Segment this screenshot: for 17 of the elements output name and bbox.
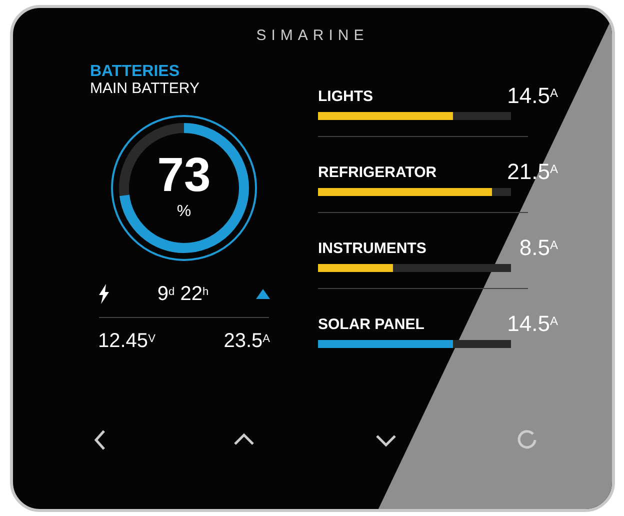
load-current: 14.5$^{A}$ <box>507 82 558 110</box>
load-current: 14.5$^{A}$ <box>507 310 558 338</box>
up-triangle-icon <box>256 289 270 300</box>
brand-logo: SIMARINE <box>256 27 369 44</box>
load-current: 8.5$^{A}$ <box>519 234 558 262</box>
lightning-icon <box>98 284 110 304</box>
charge-percentage: 73 <box>157 152 211 200</box>
percent-unit: % <box>176 202 192 222</box>
load-name: LIGHTS <box>318 86 373 106</box>
section-title: BATTERIES <box>90 63 180 81</box>
load-name: REFRIGERATOR <box>318 162 437 182</box>
load-name: SOLAR PANEL <box>318 314 424 334</box>
voltage-reading: 12.45$^{V}$ <box>98 329 156 354</box>
battery-name: MAIN BATTERY <box>90 80 200 98</box>
load-name: INSTRUMENTS <box>318 238 426 258</box>
time-remaining: 9$^{d}$ 22$^{h}$ <box>157 282 209 308</box>
current-reading: 23.5$^{A}$ <box>224 329 270 354</box>
